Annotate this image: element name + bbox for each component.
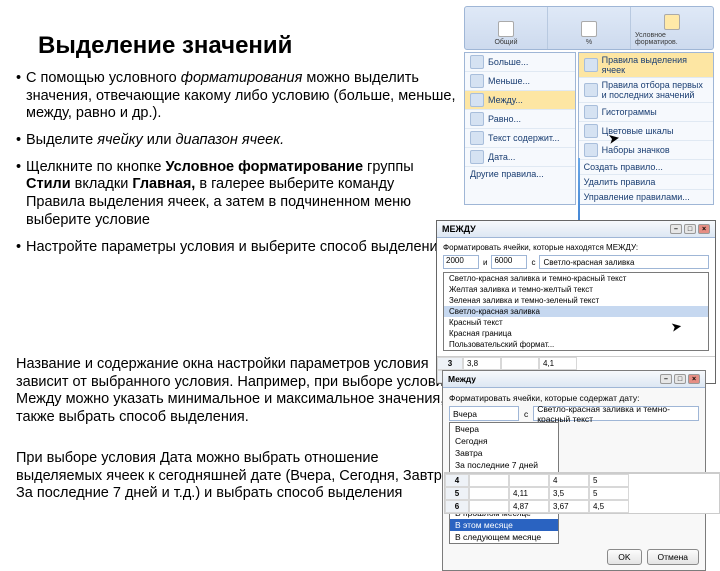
ribbon-label: Условное форматиров.	[635, 32, 709, 46]
date-select[interactable]: Вчера	[449, 406, 519, 421]
excel-ribbon: Общий % Условное форматиров.	[464, 6, 714, 50]
format-select[interactable]: Светло-красная заливка	[539, 255, 709, 269]
option[interactable]: Красный текст	[444, 317, 708, 328]
cancel-button[interactable]: Отмена	[647, 549, 700, 565]
menu-item[interactable]: Наборы значков	[579, 141, 713, 160]
bold-text: Условное форматирование	[165, 159, 363, 175]
text: вкладки	[71, 176, 133, 192]
ribbon-label: Общий	[494, 39, 517, 46]
bullet-list: С помощью условного форматирования можно…	[16, 70, 456, 265]
close-icon[interactable]: ×	[688, 374, 700, 384]
menu-item[interactable]: Дата...	[465, 148, 575, 167]
date-dialog-screenshot: Между –□× Форматировать ячейки, которые …	[442, 370, 706, 571]
rules-submenu: Больше... Меньше... Между... Равно... Те…	[464, 52, 576, 205]
maximize-icon[interactable]: □	[674, 374, 686, 384]
menu-item[interactable]: Цветовые шкалы	[579, 122, 713, 141]
option[interactable]: Светло-красная заливка и темно-красный т…	[444, 273, 708, 284]
text: группы	[363, 159, 414, 175]
label: с	[531, 258, 535, 267]
menu-item[interactable]: Текст содержит...	[465, 129, 575, 148]
text: Выделите	[26, 132, 97, 148]
text: Настройте параметры условия и выберите с…	[26, 239, 446, 255]
text: Щелкните по кнопке	[26, 159, 165, 175]
bullet-item: Щелкните по кнопке Условное форматирован…	[16, 159, 456, 230]
italic-text: форматирования	[181, 70, 303, 86]
dialog-title: МЕЖДУ	[442, 224, 476, 234]
bullet-item: Выделите ячейку или диапазон ячеек.	[16, 132, 456, 150]
window-buttons: –□×	[670, 224, 710, 234]
between-dialog-screenshot: МЕЖДУ –□× Форматировать ячейки, которые …	[436, 220, 716, 384]
minimize-icon[interactable]: –	[670, 224, 682, 234]
worksheet-grid: 445 54,113,55 64,873,674,5	[444, 472, 720, 514]
option[interactable]: Зеленая заливка и темно-зеленый текст	[444, 295, 708, 306]
label: и	[483, 258, 487, 267]
bold-text: Стили	[26, 176, 71, 192]
option[interactable]: Сегодня	[450, 435, 558, 447]
option[interactable]: Пользовательский формат...	[444, 339, 708, 350]
option[interactable]: Светло-красная заливка	[444, 306, 708, 317]
bullet-item: Настройте параметры условия и выберите с…	[16, 239, 456, 257]
italic-text: ячейку	[97, 132, 142, 148]
text: С помощью условного	[26, 70, 181, 86]
menu-item[interactable]: Больше...	[465, 53, 575, 72]
slide-title: Выделение значений	[38, 32, 292, 60]
option[interactable]: Красная граница	[444, 328, 708, 339]
paragraph: При выборе условия Дата можно выбрать от…	[16, 450, 466, 503]
format-select[interactable]: Светло-красная заливка и темно-красный т…	[533, 406, 699, 421]
paragraph: Название и содержание окна настройки пар…	[16, 356, 466, 427]
ribbon-screenshot: Общий % Условное форматиров. Больше... М…	[464, 6, 714, 205]
from-input[interactable]: 2000	[443, 255, 479, 269]
minimize-icon[interactable]: –	[660, 374, 672, 384]
dialog-caption: Форматировать ячейки, которые находятся …	[443, 243, 709, 252]
ribbon-label: %	[586, 39, 592, 46]
format-options-list: Светло-красная заливка и темно-красный т…	[443, 272, 709, 351]
dialog-title: Между	[448, 374, 476, 384]
menu-item[interactable]: Удалить правила	[579, 175, 713, 190]
menu-item[interactable]: Создать правило...	[579, 160, 713, 175]
window-buttons: –□×	[660, 374, 700, 384]
conditional-formatting-menu: Правила выделения ячеек Правила отбора п…	[578, 52, 714, 205]
close-icon[interactable]: ×	[698, 224, 710, 234]
option[interactable]: Желтая заливка и темно-желтый текст	[444, 284, 708, 295]
ok-button[interactable]: OK	[607, 549, 641, 565]
menu-item[interactable]: Меньше...	[465, 72, 575, 91]
option[interactable]: Вчера	[450, 423, 558, 435]
menu-item[interactable]: Правила выделения ячеек	[579, 53, 713, 78]
option[interactable]: В следующем месяце	[450, 531, 558, 543]
menu-item[interactable]: Гистограммы	[579, 103, 713, 122]
menu-item[interactable]: Управление правилами...	[579, 190, 713, 204]
to-input[interactable]: 6000	[491, 255, 527, 269]
dialog-caption: Форматировать ячейки, которые содержат д…	[449, 393, 699, 403]
bold-text: Главная,	[132, 176, 195, 192]
menu-item[interactable]: Правила отбора первых и последних значен…	[579, 78, 713, 103]
menu-item[interactable]: Равно...	[465, 110, 575, 129]
maximize-icon[interactable]: □	[684, 224, 696, 234]
option[interactable]: В этом месяце	[450, 519, 558, 531]
menu-item[interactable]: Между...	[465, 91, 575, 110]
bullet-item: С помощью условного форматирования можно…	[16, 70, 456, 123]
menu-item[interactable]: Другие правила...	[465, 167, 575, 181]
text: или	[143, 132, 176, 148]
label: с	[524, 409, 528, 419]
option[interactable]: Завтра	[450, 447, 558, 459]
option[interactable]: За последние 7 дней	[450, 459, 558, 471]
italic-text: диапазон ячеек.	[175, 132, 284, 148]
